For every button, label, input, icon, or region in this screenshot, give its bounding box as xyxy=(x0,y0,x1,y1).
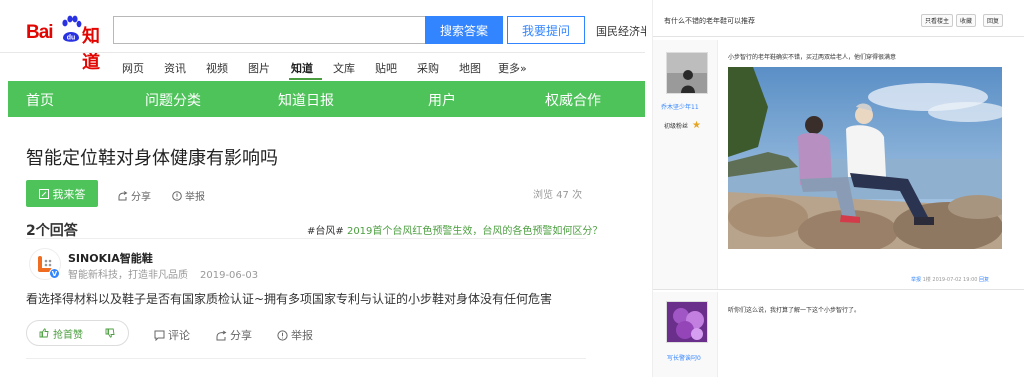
answer-content: 看选择得材料以及鞋子是否有国家质检认证~拥有多项国家专利与认证的小步鞋对身体没有… xyxy=(26,292,553,306)
divider xyxy=(26,358,586,359)
forum-post-1: 乔木坚少年11 初级粉丝 ★ 小步智行的老年鞋确实不错，买过两双给老人，他们穿得… xyxy=(653,40,1024,290)
category-authority[interactable]: 权威合作 xyxy=(545,90,601,110)
share-answer-label: 分享 xyxy=(230,329,252,342)
report-question-button[interactable]: 举报 xyxy=(172,188,205,203)
category-bar: 首页 问题分类 知道日报 用户 权威合作 xyxy=(8,81,645,117)
user-avatar[interactable] xyxy=(666,301,708,343)
nav-active-underline xyxy=(289,78,322,80)
view-count: 浏览 47 次 xyxy=(533,190,583,201)
report-answer-label: 举报 xyxy=(291,329,313,342)
answer-button[interactable]: 我来答 xyxy=(26,180,98,207)
share-answer-button[interactable]: 分享 xyxy=(216,327,252,343)
question-title: 智能定位鞋对身体健康有影响吗 xyxy=(26,148,278,169)
thread-title: 有什么不错的老年鞋可以推荐 xyxy=(664,17,755,25)
ask-question-button[interactable]: 我要提问 xyxy=(507,16,585,44)
comment-icon xyxy=(154,330,165,341)
nav-item-tieba[interactable]: 贴吧 xyxy=(375,60,397,76)
user-avatar[interactable] xyxy=(666,52,708,94)
hot-topic-link[interactable]: #台风# 2019首个台风红色预警生效，台风的各色预警如何区分？ xyxy=(307,222,602,237)
category-home[interactable]: 首页 xyxy=(26,90,54,110)
post-photo[interactable] xyxy=(728,67,1002,249)
nav-item-video[interactable]: 视频 xyxy=(206,60,228,76)
baidu-logo[interactable]: Bai du 知道 xyxy=(26,14,108,73)
share-label: 分享 xyxy=(131,192,151,203)
post-report-link[interactable]: 举报 xyxy=(911,277,921,283)
vote-box: 抢首赞 xyxy=(26,320,129,346)
category-question-types[interactable]: 问题分类 xyxy=(145,90,201,110)
answer-meta: 智能新科技，打造非凡品质 2019-06-03 xyxy=(68,266,258,281)
logo-du-text: du xyxy=(67,35,76,42)
flower-avatar-icon xyxy=(667,302,707,342)
post-text: 听你们这么说，我打算了解一下这个小步智行了。 xyxy=(728,307,861,314)
report-answer-button[interactable]: 举报 xyxy=(277,327,313,343)
post-floor: 1楼 xyxy=(922,277,931,283)
forum-post-2: 写长警诶叼0 听你们这么说，我打算了解一下这个小步智行了。 xyxy=(653,292,1024,377)
author-subtitle: 智能新科技，打造非凡品质 xyxy=(68,270,188,281)
report-icon xyxy=(172,190,182,201)
category-daily[interactable]: 知道日报 xyxy=(278,90,334,110)
report-label: 举报 xyxy=(185,192,205,203)
category-users[interactable]: 用户 xyxy=(428,90,456,110)
divider xyxy=(26,238,586,239)
nav-item-caigou[interactable]: 采购 xyxy=(417,60,439,76)
topic-tag: #台风# xyxy=(307,226,344,237)
search-input[interactable] xyxy=(113,16,426,44)
answer-count: 2个回答 xyxy=(26,223,78,239)
baidu-zhidao-panel: Bai du 知道 搜索答案 我要提问 国民经济半 网页 资讯 视频 图片 知道… xyxy=(0,0,650,377)
answer-date: 2019-06-03 xyxy=(200,270,259,281)
search-answer-button[interactable]: 搜索答案 xyxy=(425,16,503,44)
thumbs-down-icon[interactable] xyxy=(105,328,115,338)
post-username[interactable]: 乔木坚少年11 xyxy=(661,102,699,111)
edit-icon xyxy=(38,188,49,199)
user-level: 初级粉丝 ★ xyxy=(664,120,701,131)
nav-item-images[interactable]: 图片 xyxy=(248,60,270,76)
report-icon xyxy=(277,329,288,341)
economy-link[interactable]: 国民经济半 xyxy=(596,23,646,39)
share-question-button[interactable]: 分享 xyxy=(118,188,151,203)
share-icon xyxy=(118,190,128,200)
only-op-button[interactable]: 只看楼主 xyxy=(921,14,954,27)
nav-item-webpage[interactable]: 网页 xyxy=(122,60,144,76)
star-icon: ★ xyxy=(692,120,701,131)
post-date: 2019-07-02 19:00 xyxy=(932,277,978,283)
top-nav: 网页 资讯 视频 图片 知道 文库 贴吧 采购 地图 更多» xyxy=(0,52,645,80)
first-like-button[interactable]: 抢首赞 xyxy=(53,326,83,341)
post-footer: 举报 1楼 2019-07-02 19:00 回复 xyxy=(911,276,989,283)
topic-text: 2019首个台风红色预警生效，台风的各色预警如何区分？ xyxy=(346,226,603,237)
elderly-couple-photo-icon xyxy=(728,67,1002,249)
post-reply-link[interactable]: 回复 xyxy=(979,277,989,283)
nav-item-news[interactable]: 资讯 xyxy=(164,60,186,76)
page: Bai du 知道 搜索答案 我要提问 国民经济半 网页 资讯 视频 图片 知道… xyxy=(0,0,1024,377)
favorite-button[interactable]: 收藏 xyxy=(956,14,977,27)
answer-button-label: 我来答 xyxy=(52,187,86,201)
thumbs-up-icon[interactable] xyxy=(39,328,49,338)
verified-icon: V xyxy=(49,268,60,279)
post-text: 小步智行的老年鞋确实不错，买过两双给老人，他们穿得很满意 xyxy=(728,54,897,61)
share-icon xyxy=(216,330,227,340)
avatar-photo-icon xyxy=(667,53,707,93)
reply-button[interactable]: 回复 xyxy=(983,14,1004,27)
user-level-label: 初级粉丝 xyxy=(664,123,689,130)
nav-item-zhidao[interactable]: 知道 xyxy=(291,60,313,76)
divider xyxy=(653,36,1024,37)
post-username[interactable]: 写长警诶叼0 xyxy=(667,353,701,362)
logo-bai-text: Bai xyxy=(26,22,54,43)
paw-icon: du xyxy=(62,15,82,42)
nav-item-more[interactable]: 更多» xyxy=(498,60,527,76)
answer-author[interactable]: SINOKIA智能鞋 xyxy=(68,250,153,266)
nav-item-wenku[interactable]: 文库 xyxy=(333,60,355,76)
comment-button[interactable]: 评论 xyxy=(154,327,190,343)
forum-thread-panel: 有什么不错的老年鞋可以推荐 只看楼主 收藏 回复 乔木坚少年11 初级粉丝 ★ … xyxy=(652,0,1024,377)
nav-item-map[interactable]: 地图 xyxy=(459,60,481,76)
comment-label: 评论 xyxy=(168,329,190,342)
